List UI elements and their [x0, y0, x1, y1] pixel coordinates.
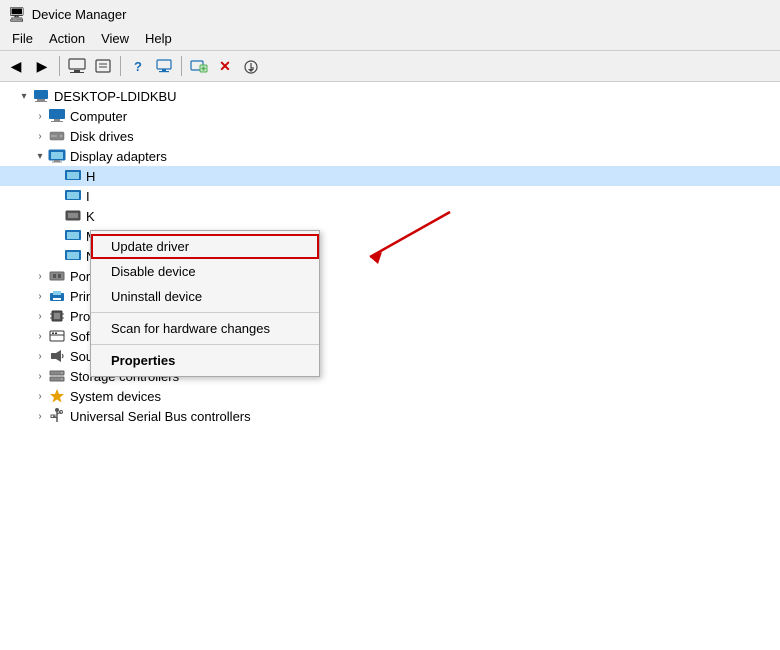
storage-chevron: ›: [32, 371, 48, 382]
disk-chevron: ›: [32, 131, 48, 142]
toolbar-sep-2: [120, 56, 121, 76]
ctx-scan-hardware[interactable]: Scan for hardware changes: [91, 316, 319, 341]
ports-icon: [48, 267, 66, 285]
remove-button[interactable]: ✕: [213, 54, 237, 78]
update-driver-toolbar-button[interactable]: [239, 54, 263, 78]
ctx-disable-device[interactable]: Disable device: [91, 259, 319, 284]
tree-root[interactable]: ▾ DESKTOP-LDIDKBU: [0, 86, 780, 106]
software-chevron: ›: [32, 331, 48, 342]
ctx-separator-1: [91, 312, 319, 313]
ctx-update-driver[interactable]: Update driver: [91, 234, 319, 259]
toolbar-sep-3: [181, 56, 182, 76]
usb-label: Universal Serial Bus controllers: [70, 409, 251, 424]
sound-chevron: ›: [32, 351, 48, 362]
print-chevron: ›: [32, 291, 48, 302]
ctx-uninstall-device[interactable]: Uninstall device: [91, 284, 319, 309]
context-menu: Update driver Disable device Uninstall d…: [90, 230, 320, 377]
k-icon: [64, 207, 82, 225]
processors-chevron: ›: [32, 311, 48, 322]
disk-label: Disk drives: [70, 129, 134, 144]
computer-label: Computer: [70, 109, 127, 124]
h-icon: [64, 167, 82, 185]
system-chevron: ›: [32, 391, 48, 402]
menu-bar: File Action View Help: [0, 27, 780, 51]
root-label: DESKTOP-LDIDKBU: [54, 89, 177, 104]
tree-item-k[interactable]: K: [0, 206, 780, 226]
tree-item-usb[interactable]: › Universal Serial Bus controllers: [0, 406, 780, 426]
print-icon: [48, 287, 66, 305]
root-icon: [32, 87, 50, 105]
main-content: ▾ DESKTOP-LDIDKBU › Co: [0, 82, 780, 650]
title-bar-icon: 🖥: [8, 6, 26, 23]
tree-item-i[interactable]: I: [0, 186, 780, 206]
disk-icon: [48, 127, 66, 145]
devices-list-button[interactable]: [65, 54, 89, 78]
processors-icon: [48, 307, 66, 325]
n-icon: [64, 247, 82, 265]
ctx-properties[interactable]: Properties: [91, 348, 319, 373]
title-bar-text: Device Manager: [32, 7, 127, 22]
tree-item-disk[interactable]: › Disk drives: [0, 126, 780, 146]
add-device-button[interactable]: [187, 54, 211, 78]
tree-item-display[interactable]: ▾ Display adapters: [0, 146, 780, 166]
storage-icon: [48, 367, 66, 385]
system-label: System devices: [70, 389, 161, 404]
computer-icon: [48, 107, 66, 125]
tree-item-computer[interactable]: › Computer: [0, 106, 780, 126]
menu-view[interactable]: View: [93, 29, 137, 48]
menu-action[interactable]: Action: [41, 29, 93, 48]
tree-item-system[interactable]: › System devices: [0, 386, 780, 406]
forward-button[interactable]: ▶: [30, 54, 54, 78]
usb-chevron: ›: [32, 411, 48, 422]
computer-chevron: ›: [32, 111, 48, 122]
network-button[interactable]: [152, 54, 176, 78]
i-label: I: [86, 189, 90, 204]
i-icon: [64, 187, 82, 205]
usb-icon: [48, 407, 66, 425]
display-chevron: ▾: [32, 151, 48, 162]
menu-help[interactable]: Help: [137, 29, 180, 48]
system-icon: [48, 387, 66, 405]
toolbar-sep-1: [59, 56, 60, 76]
k-label: K: [86, 209, 95, 224]
h-label: H: [86, 169, 95, 184]
m-icon: [64, 227, 82, 245]
help-button[interactable]: ?: [126, 54, 150, 78]
root-chevron: ▾: [16, 91, 32, 102]
display-label: Display adapters: [70, 149, 167, 164]
title-bar: 🖥 Device Manager: [0, 0, 780, 27]
display-icon: [48, 147, 66, 165]
properties-button[interactable]: [91, 54, 115, 78]
menu-file[interactable]: File: [4, 29, 41, 48]
ctx-separator-2: [91, 344, 319, 345]
software-icon: [48, 327, 66, 345]
toolbar: ◀ ▶ ? ✕: [0, 51, 780, 82]
sound-icon: [48, 347, 66, 365]
tree-item-h[interactable]: H: [0, 166, 780, 186]
ports-chevron: ›: [32, 271, 48, 282]
back-button[interactable]: ◀: [4, 54, 28, 78]
